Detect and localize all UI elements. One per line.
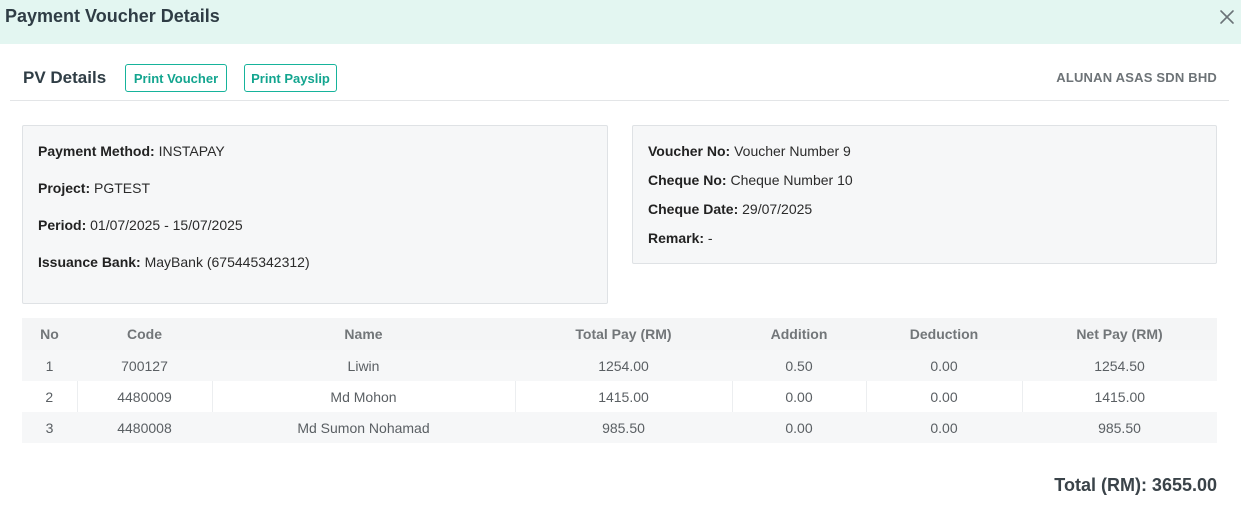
bank-label: Issuance Bank:: [38, 254, 141, 270]
header-name: Name: [212, 318, 515, 350]
cell-name: Liwin: [212, 350, 515, 381]
print-payslip-button[interactable]: Print Payslip: [244, 64, 337, 92]
remark-value: -: [707, 230, 713, 246]
cell-deduction: 0.00: [866, 350, 1022, 381]
cell-addition: 0.00: [731, 381, 866, 412]
cell-total-pay: 985.50: [515, 412, 732, 443]
divider: [10, 100, 1229, 101]
period-line: Period: 01/07/2025 - 15/07/2025: [38, 217, 243, 233]
project-label: Project:: [38, 180, 91, 196]
header-addition: Addition: [732, 318, 866, 350]
cell-name: Md Sumon Nohamad: [212, 412, 515, 443]
payment-method-value: INSTAPAY: [158, 143, 225, 159]
close-icon[interactable]: [1216, 6, 1238, 28]
voucher-no-label: Voucher No:: [648, 143, 731, 159]
table-row: 2 4480009 Md Mohon 1415.00 0.00 0.00 141…: [22, 381, 1217, 412]
cell-no: 1: [22, 350, 77, 381]
table-row: 3 4480008 Md Sumon Nohamad 985.50 0.00 0…: [22, 412, 1217, 443]
print-voucher-button[interactable]: Print Voucher: [125, 64, 227, 92]
payment-details-card: Payment Method: INSTAPAY Project: PGTEST…: [22, 125, 608, 304]
cell-addition: 0.00: [732, 412, 866, 443]
cell-addition: 0.50: [732, 350, 866, 381]
header-code: Code: [77, 318, 212, 350]
remark-label: Remark:: [648, 230, 705, 246]
payment-method-label: Payment Method:: [38, 143, 155, 159]
header-no: No: [22, 318, 77, 350]
total-amount: Total (RM): 3655.00: [1054, 475, 1217, 495]
payment-method-line: Payment Method: INSTAPAY: [38, 143, 225, 159]
remark-line: Remark: -: [648, 230, 713, 246]
cell-code: 4480009: [76, 381, 212, 412]
cell-deduction: 0.00: [866, 412, 1022, 443]
cheque-date-label: Cheque Date:: [648, 201, 739, 217]
cheque-date-line: Cheque Date: 29/07/2025: [648, 201, 812, 217]
cell-name: Md Mohon: [211, 381, 515, 412]
bank-value: MayBank (675445342312): [144, 254, 310, 270]
cheque-no-line: Cheque No: Cheque Number 10: [648, 172, 853, 188]
cell-deduction: 0.00: [865, 381, 1022, 412]
cell-code: 700127: [77, 350, 212, 381]
company-name: ALUNAN ASAS SDN BHD: [1056, 70, 1217, 85]
cheque-date-value: 29/07/2025: [742, 201, 813, 217]
cell-net-pay: 985.50: [1022, 412, 1217, 443]
cell-no: 3: [22, 412, 77, 443]
voucher-no-value: Voucher Number 9: [734, 143, 851, 159]
period-label: Period:: [38, 217, 87, 233]
header-deduction: Deduction: [866, 318, 1022, 350]
table-row: 1 700127 Liwin 1254.00 0.50 0.00 1254.50: [22, 350, 1217, 381]
header-net-pay: Net Pay (RM): [1022, 318, 1217, 350]
cell-total-pay: 1415.00: [514, 381, 732, 412]
cheque-no-label: Cheque No:: [648, 172, 727, 188]
cell-total-pay: 1254.00: [515, 350, 732, 381]
cell-net-pay: 1415.00: [1021, 381, 1217, 412]
cell-no: 2: [22, 381, 77, 412]
modal-title: Payment Voucher Details: [5, 6, 220, 26]
section-title: PV Details: [23, 68, 107, 87]
cell-code: 4480008: [77, 412, 212, 443]
modal-header: Payment Voucher Details: [0, 0, 1241, 44]
payment-table: No Code Name Total Pay (RM) Addition Ded…: [22, 318, 1217, 443]
voucher-no-line: Voucher No: Voucher Number 9: [648, 143, 851, 159]
bank-line: Issuance Bank: MayBank (675445342312): [38, 254, 310, 270]
project-line: Project: PGTEST: [38, 180, 150, 196]
table-header-row: No Code Name Total Pay (RM) Addition Ded…: [22, 318, 1217, 350]
voucher-details-card: Voucher No: Voucher Number 9 Cheque No: …: [632, 125, 1217, 264]
period-value: 01/07/2025 - 15/07/2025: [90, 217, 243, 233]
project-value: PGTEST: [94, 180, 151, 196]
cell-net-pay: 1254.50: [1022, 350, 1217, 381]
header-total-pay: Total Pay (RM): [515, 318, 732, 350]
cheque-no-value: Cheque Number 10: [730, 172, 853, 188]
